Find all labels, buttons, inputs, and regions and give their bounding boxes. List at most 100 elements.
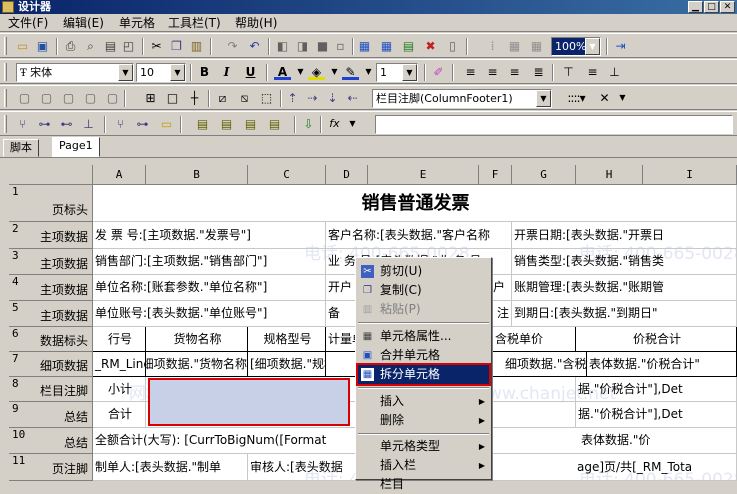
font-size-select[interactable]: 10 ▼ — [136, 63, 186, 82]
band-detail-icon[interactable]: ▤ — [218, 116, 235, 132]
group-icon[interactable]: ▫ — [332, 38, 349, 54]
maximize-button[interactable]: □ — [704, 1, 719, 13]
cell-h10[interactable]: 表体数据."价 — [493, 428, 737, 454]
underline-icon[interactable]: U — [242, 64, 259, 80]
chevron-down-icon[interactable]: ▼ — [292, 64, 309, 80]
print-preview-icon[interactable]: ⌕ — [82, 38, 99, 54]
delete-column-icon[interactable]: ⇠ — [344, 90, 361, 106]
print-icon[interactable]: ⎙ — [62, 38, 79, 54]
delete-row-icon[interactable]: ⇣ — [324, 90, 341, 106]
menu-item-split-cells[interactable]: ▦ 拆分单元格 — [356, 363, 491, 386]
tree-collapse-icon[interactable]: ⊷ — [58, 116, 75, 132]
valign-middle-icon[interactable]: ≡ — [584, 64, 601, 80]
menu-cell[interactable]: 单元格 — [119, 15, 155, 31]
column-header[interactable]: F — [479, 165, 512, 185]
column-title-line[interactable]: 行号 — [93, 327, 146, 352]
row-header[interactable]: 8 栏目注脚 — [9, 377, 93, 402]
page-setup-icon[interactable]: ▤ — [102, 38, 119, 54]
menu-file[interactable]: 文件(F) — [8, 15, 48, 31]
font-color-icon[interactable]: A — [274, 64, 291, 80]
redo-icon[interactable]: ↷ — [224, 38, 241, 54]
column-header[interactable]: E — [368, 165, 479, 185]
bring-front-icon[interactable]: ◧ — [274, 38, 291, 54]
row-header[interactable]: 5 主项数据 — [9, 301, 93, 327]
cell-b11[interactable]: 制单人:[表头数据."制单 — [93, 454, 248, 481]
chevron-down-icon[interactable]: ▼ — [402, 64, 417, 81]
menu-item-cut[interactable]: ✂ 剪切(U) — [358, 262, 489, 281]
menu-item-copy[interactable]: ❐ 复制(C) — [358, 281, 489, 300]
cell-h7[interactable]: 表体数据."价税合计" — [587, 352, 737, 377]
menu-item-band[interactable]: 栏目 — [358, 475, 489, 494]
band-footer-icon[interactable]: ▤ — [242, 116, 259, 132]
delete-table-icon[interactable]: ✖ — [422, 38, 439, 54]
grid-lines-icon[interactable]: ▦ — [506, 38, 523, 54]
row-header[interactable]: 7 细项数据 — [9, 352, 93, 377]
menu-toolbar[interactable]: 工具栏(T) — [168, 15, 221, 31]
chevron-down-icon[interactable]: ▼ — [585, 38, 600, 55]
menu-item-insert[interactable]: 插入 ▶ — [358, 392, 489, 411]
fill-color-icon[interactable]: ◈ — [308, 64, 325, 80]
row-header[interactable]: 1 页标头 — [9, 185, 93, 222]
insert-row-icon[interactable]: ⇡ — [284, 90, 301, 106]
row-header[interactable]: 2 主项数据 — [9, 222, 93, 249]
column-header[interactable]: B — [146, 165, 248, 185]
open-icon[interactable]: ▭ — [14, 38, 31, 54]
font-name-select[interactable]: Ŧ 宋体 ▼ — [16, 63, 134, 82]
border-icon[interactable]: ⁞ — [484, 38, 501, 54]
cell-g2[interactable]: 开票日期:[表头数据."开票日 — [512, 222, 737, 249]
menu-item-cell-type[interactable]: 单元格类型 ▶ — [358, 437, 489, 456]
minimize-button[interactable]: ▁ — [688, 1, 703, 13]
align-center-icon[interactable]: ≡ — [484, 64, 501, 80]
menu-item-insert-band[interactable]: 插入栏 ▶ — [358, 456, 489, 475]
bold-icon[interactable]: B — [196, 64, 213, 80]
exit-icon[interactable]: ⇥ — [612, 38, 629, 54]
column-header[interactable]: G — [512, 165, 576, 185]
new-page-icon[interactable]: ▯ — [444, 38, 461, 54]
column-header[interactable]: A — [93, 165, 146, 185]
menu-item-delete[interactable]: 删除 ▶ — [358, 411, 489, 430]
menu-item-paste[interactable]: ▥ 粘贴(P) — [358, 300, 489, 319]
cell-b4[interactable]: 单位名称:[账套参数."单位名称"] — [93, 275, 326, 301]
tab-page1[interactable]: Page1 — [52, 137, 100, 157]
cell-b3[interactable]: 销售部门:[主项数据."销售部门"] — [93, 249, 326, 275]
chevron-down-icon[interactable]: ▼ — [614, 90, 631, 106]
insert-chart-icon[interactable]: ▤ — [400, 38, 417, 54]
column-header[interactable]: C — [248, 165, 326, 185]
copy-icon[interactable]: ❐ — [168, 38, 185, 54]
border-inner-icon[interactable]: ▢ — [38, 90, 55, 106]
column-header[interactable]: H — [576, 165, 643, 185]
line-width-select[interactable]: 1 ▼ — [376, 63, 418, 82]
tree-expand-icon[interactable]: ⊶ — [36, 116, 53, 132]
refresh-icon[interactable]: ⇩ — [300, 116, 317, 132]
menu-item-merge-cells[interactable]: ▣ 合并单元格 — [358, 346, 489, 365]
chevron-down-icon[interactable]: ▼ — [360, 64, 377, 80]
insert-grid-icon[interactable]: ▦ — [378, 38, 395, 54]
format-painter-icon[interactable]: ✐ — [430, 64, 447, 80]
group-tree-icon[interactable]: ⑂ — [112, 116, 129, 132]
delete-icon[interactable]: ✕ — [596, 90, 613, 106]
cell-b5[interactable]: 单位账号:[表头数据."单位账号"] — [93, 301, 326, 327]
menu-edit[interactable]: 编辑(E) — [63, 15, 104, 31]
band-summary-icon[interactable]: ▤ — [266, 116, 283, 132]
tab-script[interactable]: 脚本 — [3, 139, 39, 157]
line-color-icon[interactable]: ✎ — [342, 64, 359, 80]
corner-cell[interactable] — [9, 165, 93, 185]
formula-input[interactable] — [375, 115, 733, 134]
insert-table-icon[interactable]: ▦ — [356, 38, 373, 54]
chevron-down-icon[interactable]: ▼ — [326, 64, 343, 80]
cell-b7[interactable]: _RM_Line — [93, 352, 146, 377]
send-back-icon[interactable]: ◨ — [294, 38, 311, 54]
zoom-select[interactable]: 100% ▼ — [551, 37, 601, 56]
chevron-down-icon[interactable]: ▼ — [170, 64, 185, 81]
row-header[interactable]: 3 主项数据 — [9, 249, 93, 275]
column-title-spec[interactable]: 规格型号 — [248, 327, 326, 352]
line-style-icon[interactable]: ::::▾ — [558, 90, 594, 106]
band-select[interactable]: 栏目注脚(ColumnFooter1) ▼ — [372, 89, 552, 108]
menu-item-cell-properties[interactable]: ▦ 单元格属性... — [358, 327, 489, 346]
cell-h9[interactable]: 据."价税合计"],Det — [576, 402, 737, 428]
cell-g3[interactable]: 销售类型:[表头数据."销售类 — [512, 249, 737, 275]
paste-icon[interactable]: ▥ — [188, 38, 205, 54]
align-right-icon[interactable]: ≡ — [506, 64, 523, 80]
tree-link-icon[interactable]: ⊶ — [134, 116, 151, 132]
field-icon[interactable]: ▭ — [158, 116, 175, 132]
